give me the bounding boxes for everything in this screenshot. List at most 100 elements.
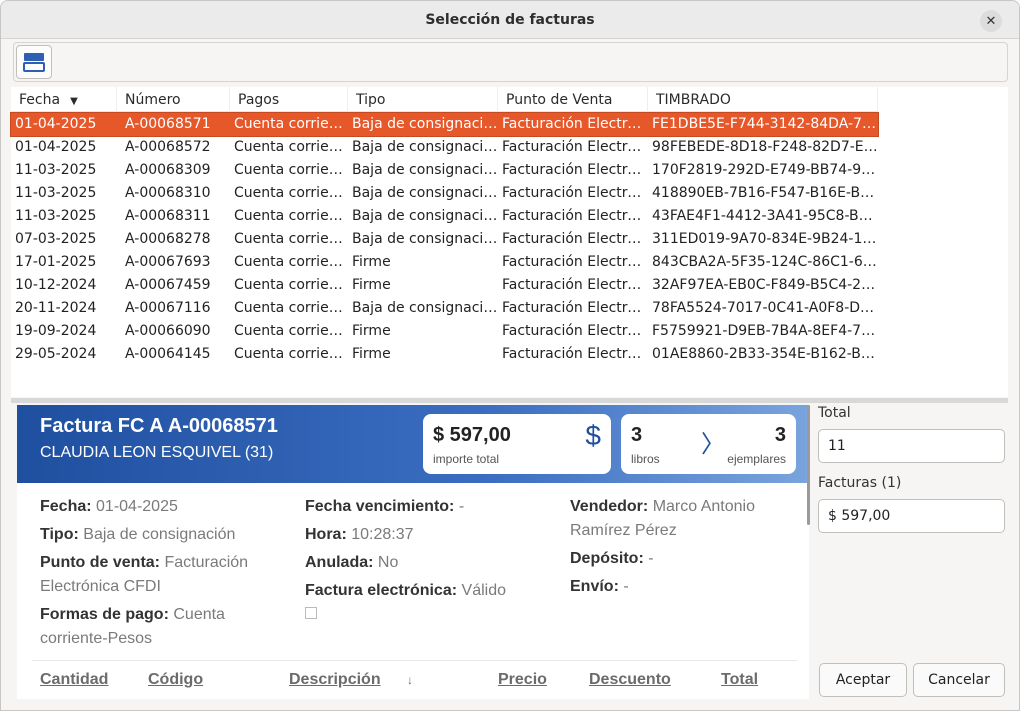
cell-pv: Facturación Electró…: [502, 116, 648, 132]
cell-fecha: 01-04-2025: [15, 139, 97, 155]
field-value: Baja de consignación: [83, 526, 236, 543]
field-factura-electronica: Factura electrónica: Válido: [305, 579, 555, 627]
table-row[interactable]: 20-11-2024 A-00067116 Cuenta corrien… Baja …: [11, 297, 878, 320]
cell-fecha: 10-12-2024: [15, 277, 97, 293]
table-row[interactable]: 17-01-2025 A-00067693 Cuenta corrien… Firme…: [11, 251, 878, 274]
close-button[interactable]: ✕: [980, 10, 1002, 32]
table-row[interactable]: 11-03-2025 A-00068311 Cuenta corrien… Baja …: [11, 205, 878, 228]
cell-pv: Facturación Electró…: [502, 139, 648, 155]
invoice-lines-header: Cantidad Código Descripción ↓ Precio Des…: [32, 660, 797, 699]
detail-column-3: Vendedor: Marco Antonio Ramírez Pérez De…: [570, 495, 800, 603]
cell-tipo: Baja de consignación: [352, 162, 498, 178]
table-row[interactable]: 29-05-2024 A-00064145 Cuenta corrien… Firme…: [11, 343, 878, 366]
invoice-client: CLAUDIA LEON ESQUIVEL (31): [40, 444, 274, 461]
cancel-button[interactable]: Cancelar: [913, 663, 1005, 697]
lines-col-descuento[interactable]: Descuento: [589, 671, 671, 689]
cell-pv: Facturación Electró…: [502, 300, 648, 316]
field-label: Fecha vencimiento:: [305, 498, 455, 515]
facturas-label: Facturas (1): [818, 475, 902, 491]
cell-pagos: Cuenta corrien…: [234, 185, 348, 201]
invoice-list: Fecha ▼ Número Pagos Tipo Punto de Venta …: [10, 87, 1008, 397]
sort-down-icon: ↓: [407, 673, 413, 687]
lines-col-descripcion[interactable]: Descripción: [289, 671, 381, 689]
field-value: Válido: [461, 582, 506, 599]
table-row[interactable]: 19-09-2024 A-00066090 Cuenta corrien… Firme…: [11, 320, 878, 343]
column-label: Tipo: [356, 92, 386, 108]
cell-timbrado: 843CBA2A-5F35-124C-86C1-69…: [652, 254, 878, 270]
field-label: Tipo:: [40, 526, 79, 543]
cell-tipo: Baja de consignación: [352, 300, 498, 316]
cell-fecha: 17-01-2025: [15, 254, 97, 270]
table-row[interactable]: 10-12-2024 A-00067459 Cuenta corrien… Firme…: [11, 274, 878, 297]
cell-fecha: 11-03-2025: [15, 162, 97, 178]
books-label: libros: [631, 452, 660, 466]
table-row-selected[interactable]: 01-04-2025 A-00068571 Cuenta corrien… Baja …: [10, 112, 879, 137]
accept-button[interactable]: Aceptar: [819, 663, 907, 697]
field-label: Formas de pago:: [40, 606, 169, 623]
title-bar: Selección de facturas ✕: [1, 1, 1019, 39]
cell-numero: A-00068278: [125, 231, 211, 247]
field-value: 10:28:37: [351, 526, 414, 543]
lines-col-precio[interactable]: Precio: [498, 671, 547, 689]
detail-scrollbar[interactable]: [807, 405, 810, 525]
column-header-tipo[interactable]: Tipo: [348, 87, 498, 112]
cell-fecha: 01-04-2025: [15, 116, 97, 132]
cell-pagos: Cuenta corrien…: [234, 300, 348, 316]
cell-timbrado: 98FEBEDE-8D18-F248-82D7-EF…: [652, 139, 878, 155]
column-header-numero[interactable]: Número: [117, 87, 230, 112]
field-envio: Envío: -: [570, 575, 800, 599]
field-value: No: [377, 554, 399, 571]
field-value: -: [458, 498, 465, 515]
cell-pv: Facturación Electró…: [502, 277, 648, 293]
lines-col-cantidad[interactable]: Cantidad: [40, 671, 108, 689]
close-icon: ✕: [985, 13, 997, 29]
cell-timbrado: 32AF97EA-EB0C-F849-B5C4-2B…: [652, 277, 878, 293]
field-value: -: [648, 550, 654, 567]
column-label: Fecha: [19, 92, 61, 108]
cell-tipo: Firme: [352, 346, 391, 362]
detail-column-1: Fecha: 01-04-2025 Tipo: Baja de consigna…: [40, 495, 270, 655]
column-header-punto-venta[interactable]: Punto de Venta: [498, 87, 648, 112]
facturas-field[interactable]: $ 597,00: [818, 499, 1005, 533]
cell-pv: Facturación Electró…: [502, 346, 648, 362]
column-label: Pagos: [238, 92, 280, 108]
items-card: 3 libros 〉 3 ejemplares: [621, 414, 796, 474]
cell-pagos: Cuenta corrien…: [234, 346, 348, 362]
split-view-button[interactable]: [16, 45, 52, 79]
cell-tipo: Firme: [352, 323, 391, 339]
column-header-fecha[interactable]: Fecha ▼: [11, 87, 117, 112]
table-row[interactable]: 01-04-2025 A-00068572 Cuenta corrien… Baja …: [11, 136, 878, 159]
document-icon[interactable]: [305, 607, 317, 619]
cell-fecha: 19-09-2024: [15, 323, 97, 339]
cell-tipo: Baja de consignación: [352, 231, 498, 247]
column-header-pagos[interactable]: Pagos: [230, 87, 348, 112]
table-row[interactable]: 11-03-2025 A-00068309 Cuenta corrien… Baja …: [11, 159, 878, 182]
cell-numero: A-00066090: [125, 323, 211, 339]
column-label: Número: [125, 92, 181, 108]
cell-timbrado: 418890EB-7B16-F547-B16E-B17…: [652, 185, 878, 201]
invoice-banner: Factura FC A A-00068571 CLAUDIA LEON ESQ…: [17, 405, 809, 483]
cell-pagos: Cuenta corrien…: [234, 208, 348, 224]
table-row[interactable]: 07-03-2025 A-00068278 Cuenta corrien… Baja …: [11, 228, 878, 251]
lines-col-total[interactable]: Total: [721, 671, 758, 689]
invoice-detail-panel: Factura FC A A-00068571 CLAUDIA LEON ESQ…: [17, 405, 809, 699]
pane-splitter[interactable]: [11, 398, 1008, 403]
total-field[interactable]: 11: [818, 429, 1005, 463]
column-label: TIMBRADO: [656, 92, 731, 108]
field-tipo: Tipo: Baja de consignación: [40, 523, 270, 547]
cell-timbrado: 311ED019-9A70-834E-9B24-166…: [652, 231, 878, 247]
field-fecha: Fecha: 01-04-2025: [40, 495, 270, 519]
cell-timbrado: 43FAE4F1-4412-3A41-95C8-B8C…: [652, 208, 878, 224]
cell-pv: Facturación Electró…: [502, 254, 648, 270]
cell-fecha: 20-11-2024: [15, 300, 97, 316]
cell-numero: A-00068310: [125, 185, 211, 201]
split-view-icon: [23, 53, 45, 72]
cell-numero: A-00064145: [125, 346, 211, 362]
summary-panel: Total 11 Facturas (1) $ 597,00: [818, 405, 1006, 545]
amount-value: $ 597,00: [433, 424, 511, 446]
table-row[interactable]: 11-03-2025 A-00068310 Cuenta corrien… Baja …: [11, 182, 878, 205]
field-vendedor: Vendedor: Marco Antonio Ramírez Pérez: [570, 495, 800, 543]
lines-col-codigo[interactable]: Código: [148, 671, 203, 689]
column-header-timbrado[interactable]: TIMBRADO: [648, 87, 878, 112]
grid-header: Fecha ▼ Número Pagos Tipo Punto de Venta …: [11, 87, 878, 112]
